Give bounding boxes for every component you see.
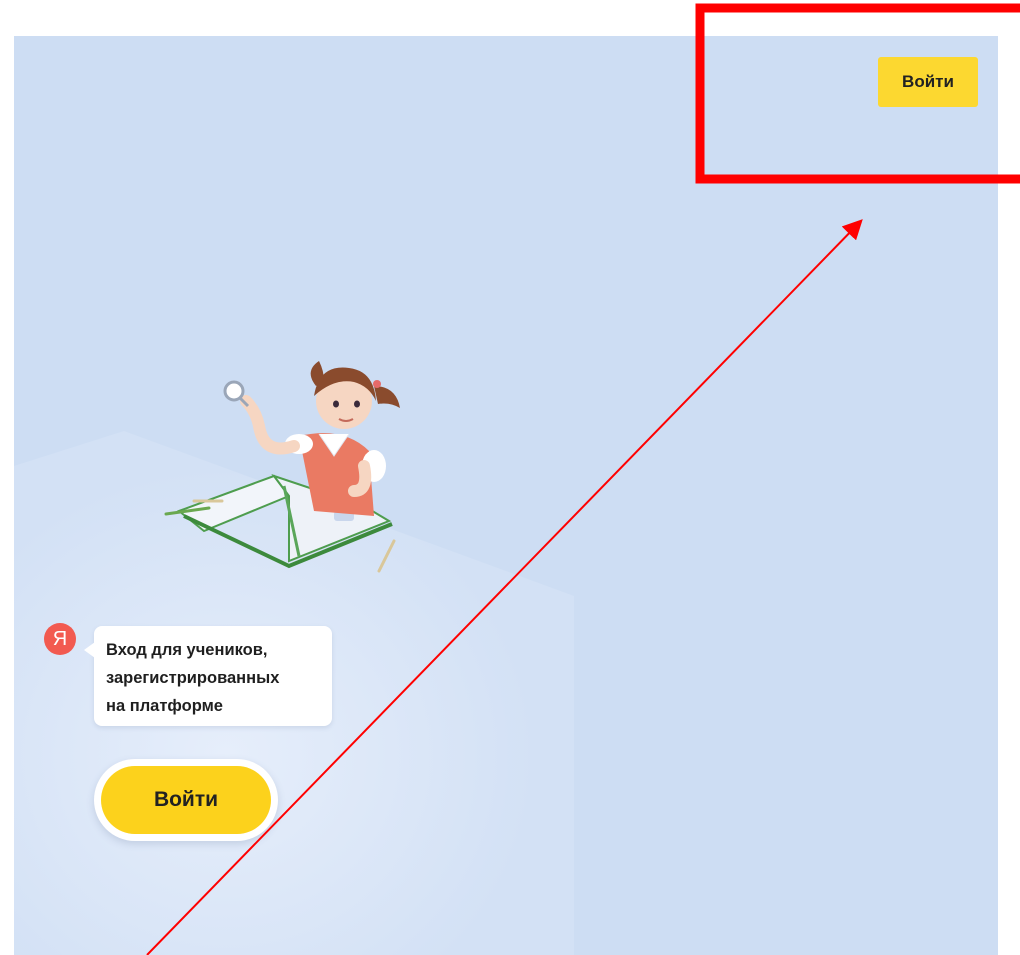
- main-login-button[interactable]: Войти: [101, 766, 271, 834]
- message-line-3: на платформе: [106, 697, 223, 715]
- message-line-2: зарегистрированных: [106, 669, 280, 687]
- main-login-button-frame: Войти: [94, 759, 278, 841]
- yandex-logo-icon: Я: [44, 623, 76, 655]
- header-login-button[interactable]: Войти: [878, 57, 978, 107]
- login-page: Войти Я Вход для учеников, зарегистриров…: [14, 36, 998, 955]
- message-line-1: Вход для учеников,: [106, 641, 268, 659]
- login-message-bubble: Вход для учеников, зарегистрированных на…: [84, 626, 332, 726]
- student-illustration: [164, 361, 400, 573]
